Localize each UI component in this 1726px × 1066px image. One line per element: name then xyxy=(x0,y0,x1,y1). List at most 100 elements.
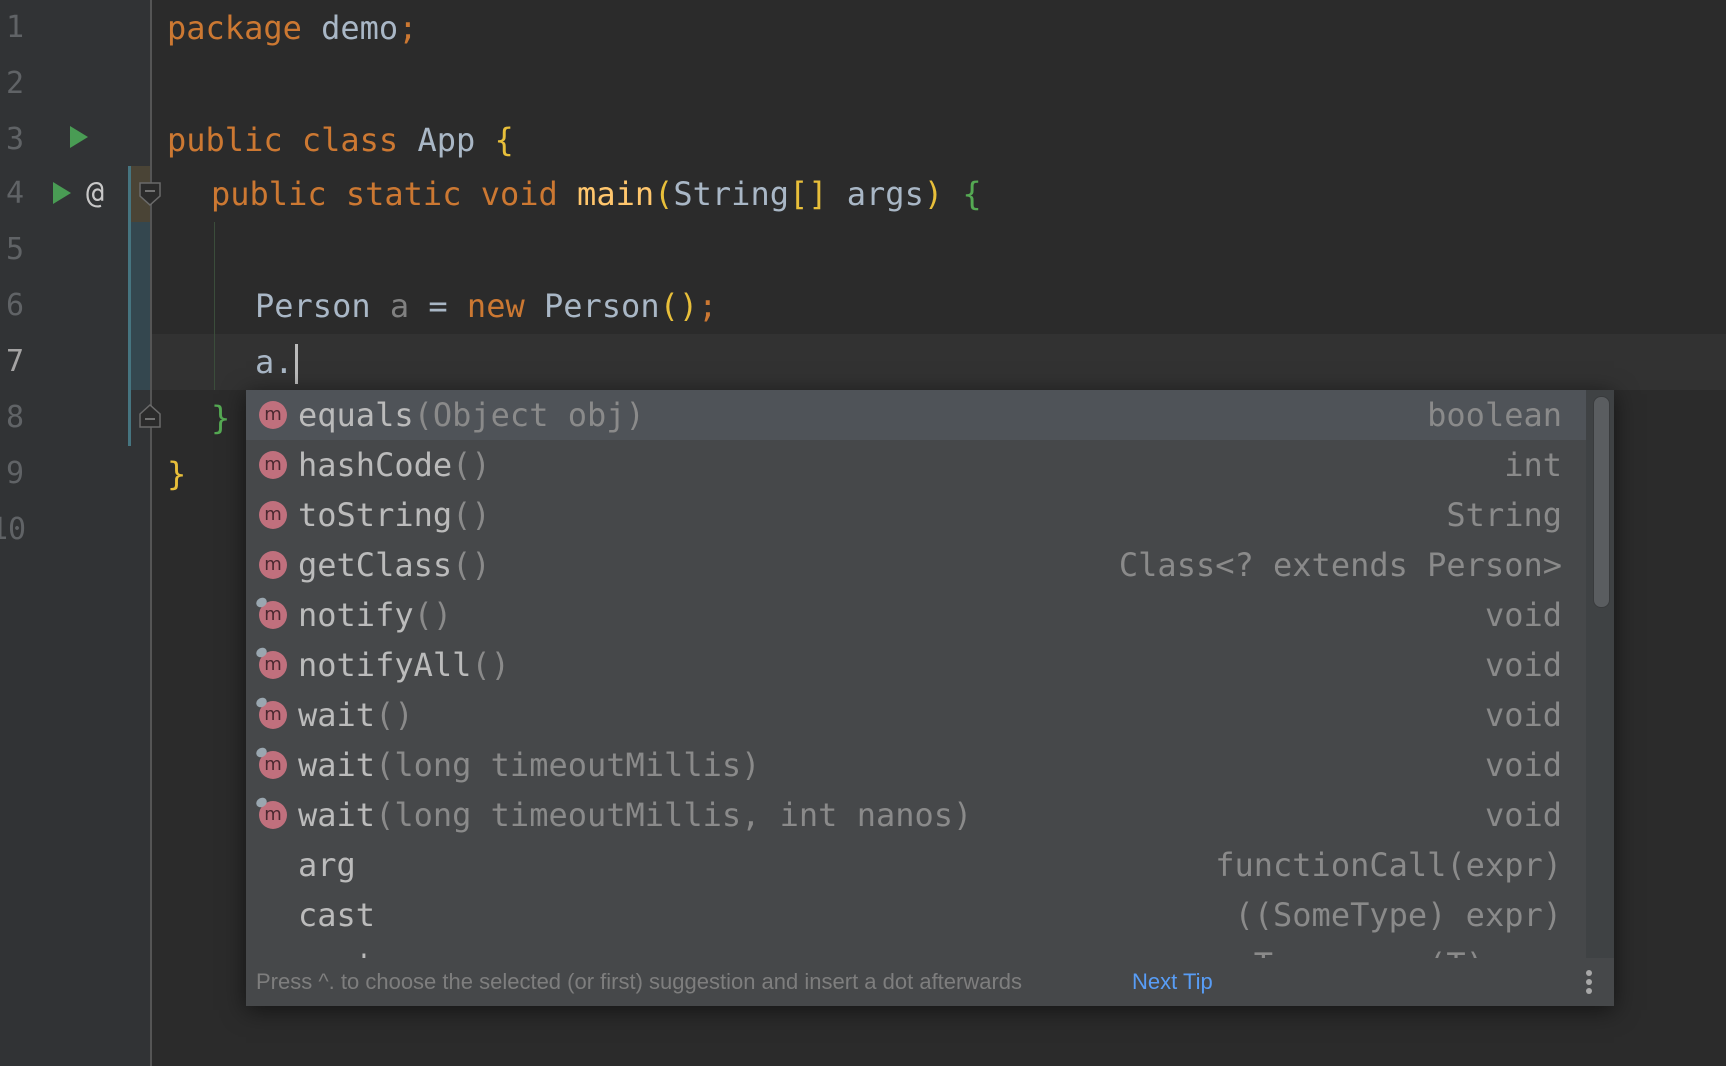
keyword: public class xyxy=(167,121,399,159)
completion-item[interactable]: m hashCode() int xyxy=(246,440,1586,490)
code-line-6[interactable]: Person a = new Person(); xyxy=(255,278,717,334)
keyword: public static void xyxy=(211,175,558,213)
method-params: () xyxy=(452,496,491,534)
completion-item[interactable]: arg functionCall(expr) xyxy=(246,840,1586,890)
type-name: Person xyxy=(255,287,371,325)
brace: } xyxy=(211,399,231,437)
completion-item-type: void xyxy=(1484,796,1562,834)
next-tip-link[interactable]: Next Tip xyxy=(1132,958,1213,1006)
run-class-icon[interactable] xyxy=(70,126,88,148)
completion-item-type: void xyxy=(1484,696,1562,734)
method-icon: m xyxy=(259,551,287,579)
line-number: 8 xyxy=(5,400,25,435)
method-icon: m xyxy=(254,695,287,729)
paren: () xyxy=(659,287,699,325)
method-params: (long timeoutMillis, int nanos) xyxy=(375,796,973,834)
inherited-badge-icon xyxy=(254,695,269,710)
method-name: equals xyxy=(298,396,414,434)
completion-item[interactable]: m equals(Object obj) boolean xyxy=(246,390,1586,440)
completion-item[interactable]: m notifyAll() void xyxy=(246,640,1586,690)
line-number: 9 xyxy=(5,456,25,491)
method-params: () xyxy=(452,546,491,584)
completion-tip-text: Press ^. to choose the selected (or firs… xyxy=(256,969,1023,994)
code-line-7[interactable]: a. xyxy=(255,334,298,390)
code-line-3[interactable]: public class App { xyxy=(167,112,514,168)
fold-end-icon[interactable] xyxy=(139,404,161,428)
completion-item[interactable]: m wait() void xyxy=(246,690,1586,740)
completion-item-name: equals(Object obj) xyxy=(298,390,645,440)
method-params: (long timeoutMillis) xyxy=(375,746,761,784)
variable-name: a xyxy=(370,287,410,325)
array-brackets: [] xyxy=(788,175,828,213)
method-name: hashCode xyxy=(298,446,453,484)
package-name: demo xyxy=(301,9,399,47)
completion-scrollbar-thumb[interactable] xyxy=(1593,396,1610,608)
completion-item-type: T name = (T)expr xyxy=(1254,940,1562,958)
completion-item-name: getClass() xyxy=(298,540,491,590)
completion-item-name: castvar xyxy=(298,940,433,958)
completion-item-name: hashCode() xyxy=(298,440,491,490)
completion-item-type: boolean xyxy=(1427,396,1562,434)
completion-item[interactable]: m wait(long timeoutMillis) void xyxy=(246,740,1586,790)
typed-text: a. xyxy=(255,343,294,381)
class-name: App xyxy=(398,121,495,159)
completion-item[interactable]: m wait(long timeoutMillis, int nanos) void xyxy=(246,790,1586,840)
method-name: notify xyxy=(298,596,414,634)
completion-list[interactable]: m equals(Object obj) boolean m hashCode() int… xyxy=(246,390,1586,958)
vcs-change-stripe xyxy=(128,166,131,446)
completion-item[interactable]: m toString() String xyxy=(246,490,1586,540)
assign: = xyxy=(409,287,467,325)
type-name: String xyxy=(673,175,789,213)
code-line-4[interactable]: public static void main(String[] args) { xyxy=(211,166,982,222)
completion-item[interactable]: m notify() void xyxy=(246,590,1586,640)
method-icon: m xyxy=(259,451,287,479)
semicolon: ; xyxy=(698,287,718,325)
method-name: arg xyxy=(298,846,356,884)
completion-item-name: notify() xyxy=(298,590,452,640)
semicolon: ; xyxy=(398,9,418,47)
line-number: 10 xyxy=(0,512,27,547)
paren: ) xyxy=(923,175,944,213)
line-number-current: 7 xyxy=(5,344,25,379)
completion-item-type: String xyxy=(1446,496,1562,534)
current-line-highlight xyxy=(152,334,1726,390)
method-icon: m xyxy=(259,501,287,529)
method-name: main xyxy=(557,175,655,213)
line-number: 2 xyxy=(5,66,25,101)
line-number: 6 xyxy=(5,288,25,323)
code-line-1[interactable]: package demo; xyxy=(167,0,417,56)
completion-item[interactable]: castvar T name = (T)expr xyxy=(246,940,1586,958)
completion-item-type: ((SomeType) expr) xyxy=(1234,896,1562,934)
fold-collapse-icon[interactable] xyxy=(139,182,161,206)
method-icon: m xyxy=(254,595,287,629)
completion-item[interactable]: m getClass() Class<? extends Person> xyxy=(246,540,1586,590)
method-params: () xyxy=(452,446,491,484)
code-line-8[interactable]: } xyxy=(211,390,230,446)
completion-item-name: wait(long timeoutMillis) xyxy=(298,740,760,790)
completion-item-name: notifyAll() xyxy=(298,640,510,690)
method-name: notifyAll xyxy=(298,646,472,684)
code-completion-popup[interactable]: m equals(Object obj) boolean m hashCode() int… xyxy=(246,390,1614,1006)
indent-guide xyxy=(214,222,215,390)
implementation-annotation-icon[interactable]: @ xyxy=(86,166,104,222)
completion-item-type: int xyxy=(1504,446,1562,484)
keyword: new xyxy=(466,287,525,325)
paren: ( xyxy=(654,175,674,213)
method-params: (Object obj) xyxy=(413,396,645,434)
more-options-icon[interactable] xyxy=(1586,970,1592,996)
completion-item-name: wait(long timeoutMillis, int nanos) xyxy=(298,790,972,840)
method-params: () xyxy=(471,646,510,684)
brace: { xyxy=(962,175,982,213)
run-main-icon[interactable] xyxy=(53,182,71,204)
line-number: 3 xyxy=(5,122,25,157)
completion-item-type: void xyxy=(1484,596,1562,634)
added-lines-marker[interactable] xyxy=(130,222,150,390)
method-name: toString xyxy=(298,496,453,534)
method-icon: m xyxy=(259,401,287,429)
completion-item[interactable]: cast ((SomeType) expr) xyxy=(246,890,1586,940)
code-line-9[interactable]: } xyxy=(167,446,186,502)
method-icon: m xyxy=(254,645,287,679)
method-name: cast xyxy=(298,896,376,934)
method-name: getClass xyxy=(298,546,453,584)
